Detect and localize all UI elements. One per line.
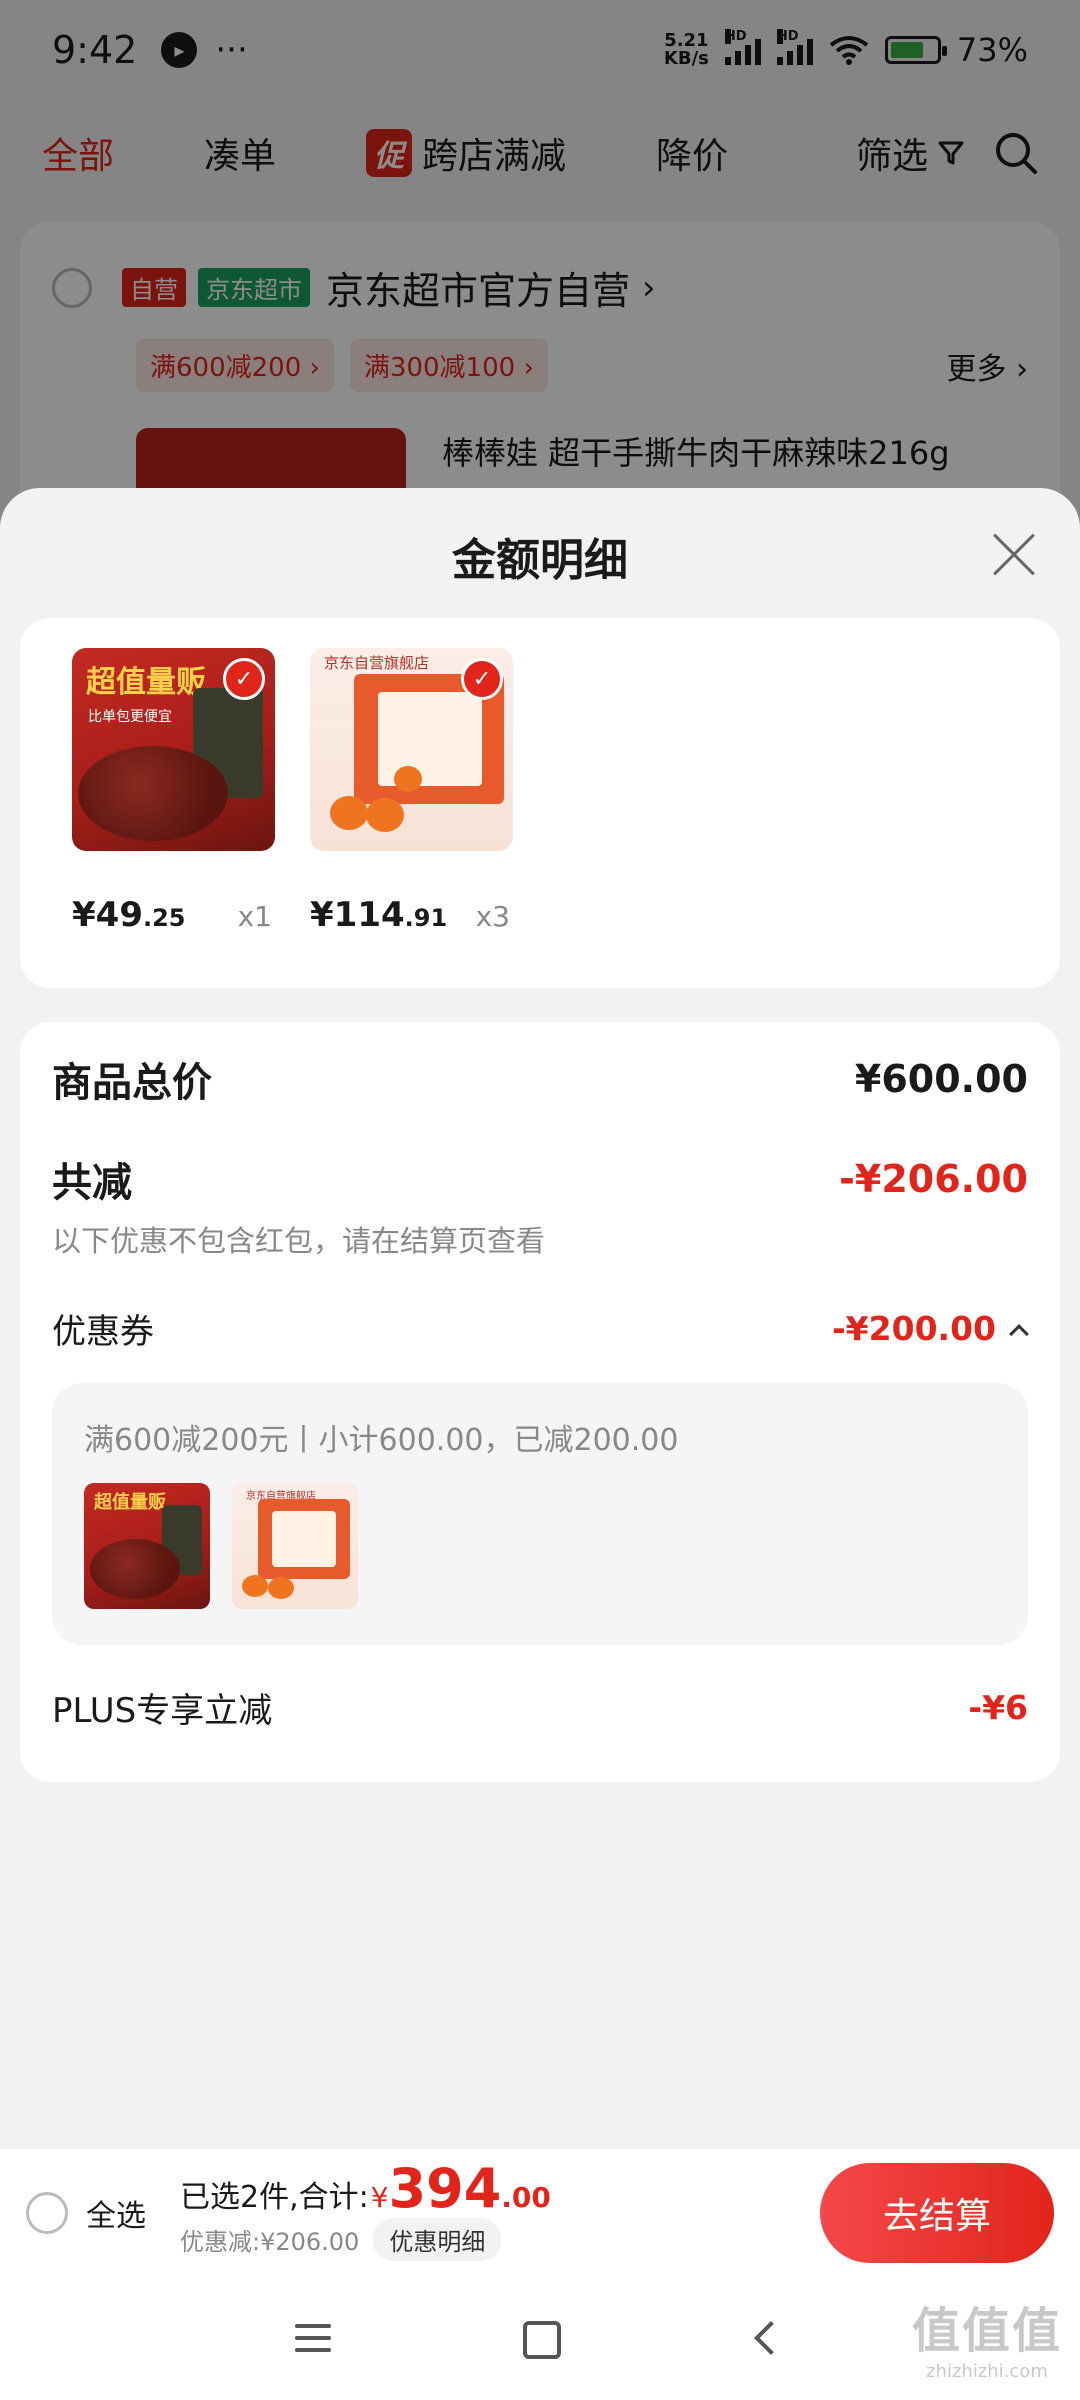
amount-detail-sheet: 金额明细 超值量贩 比单包更便宜 ✓ ¥49.25 x1 京东自营旗舰店 ✓ ¥… (0, 488, 1080, 2148)
coupon-label: 优惠券 (52, 1312, 154, 1352)
product-item-beef[interactable]: 超值量贩 比单包更便宜 ✓ ¥49.25 x1 (72, 648, 275, 958)
plus-label: PLUS专享立减 (52, 1691, 273, 1731)
beef-pack-text: 超值量贩 (86, 665, 206, 700)
chevron-up-icon[interactable] (1008, 1319, 1028, 1339)
checkout-button[interactable]: 去结算 (820, 2162, 1054, 2263)
select-all-label[interactable]: 全选 (86, 2191, 146, 2235)
selected-check-icon: ✓ (223, 658, 265, 700)
product-image-beef: 超值量贩 比单包更便宜 ✓ (72, 648, 275, 851)
checkout-summary: 已选2件,合计: ¥ 394 .00 优惠减:¥206.00 优惠明细 (180, 2157, 551, 2261)
coupon-beef-pack-text: 超值量贩 (94, 1492, 166, 1513)
total-price-value: ¥600.00 (854, 1057, 1028, 1101)
product-price: ¥49.25 (72, 895, 186, 935)
plus-value: -¥6 (968, 1688, 1028, 1727)
menu-icon[interactable] (283, 2308, 343, 2368)
home-icon[interactable] (510, 2308, 570, 2368)
total-amount-dec: .00 (501, 2181, 551, 2214)
coupon-description: 满600减200元丨小计600.00，已减200.00 (84, 1423, 679, 1458)
coupon-value: -¥200.00 (831, 1309, 996, 1348)
discount-label: 共减 (52, 1160, 132, 1206)
coupon-thumb-persimmon: 京东自营旗舰店 (232, 1483, 358, 1609)
product-qty: x1 (237, 900, 272, 933)
discount-detail-button[interactable]: 优惠明细 (373, 2218, 502, 2261)
product-qty: x3 (475, 900, 510, 933)
product-image-persimmon: 京东自营旗舰店 ✓ (310, 648, 513, 851)
total-currency: ¥ (370, 2181, 389, 2214)
close-icon[interactable] (986, 528, 1040, 582)
watermark-logo: 值值值 zhizhizhi.com (911, 2303, 1062, 2382)
price-details-card: 商品总价 ¥600.00 共减 -¥206.00 以下优惠不包含红包，请在结算页… (20, 1022, 1060, 1782)
discount-note: 以下优惠不包含红包，请在结算页查看 (52, 1224, 546, 1258)
selected-check-icon: ✓ (461, 658, 503, 700)
total-price-label: 商品总价 (52, 1060, 212, 1106)
discount-value: -¥206.00 (839, 1157, 1028, 1201)
persimmon-box-text: 京东自营旗舰店 (324, 654, 430, 672)
total-amount-int: 394 (388, 2157, 502, 2220)
coupon-row[interactable]: 优惠券 -¥200.00 (52, 1304, 1028, 1353)
coupon-thumb-beef: 超值量贩 (84, 1483, 210, 1609)
sheet-title: 金额明细 (452, 535, 628, 586)
plus-discount-row: PLUS专享立减 -¥6 (52, 1683, 1028, 1732)
back-icon[interactable] (737, 2308, 797, 2368)
selected-products-card: 超值量贩 比单包更便宜 ✓ ¥49.25 x1 京东自营旗舰店 ✓ ¥114.9… (20, 618, 1060, 988)
select-all-radio[interactable] (26, 2191, 68, 2234)
checkout-bar: 全选 已选2件,合计: ¥ 394 .00 优惠减:¥206.00 优惠明细 去… (0, 2148, 1080, 2276)
product-price: ¥114.91 (310, 895, 448, 935)
coupon-detail-box: 满600减200元丨小计600.00，已减200.00 超值量贩 京东自营旗舰店 (52, 1383, 1028, 1645)
selected-count-text: 已选2件,合计: (180, 2180, 369, 2215)
beef-pack-sub: 比单包更便宜 (88, 709, 172, 725)
discount-summary: 优惠减:¥206.00 (180, 2228, 360, 2256)
product-item-persimmon[interactable]: 京东自营旗舰店 ✓ ¥114.91 x3 (310, 648, 513, 958)
